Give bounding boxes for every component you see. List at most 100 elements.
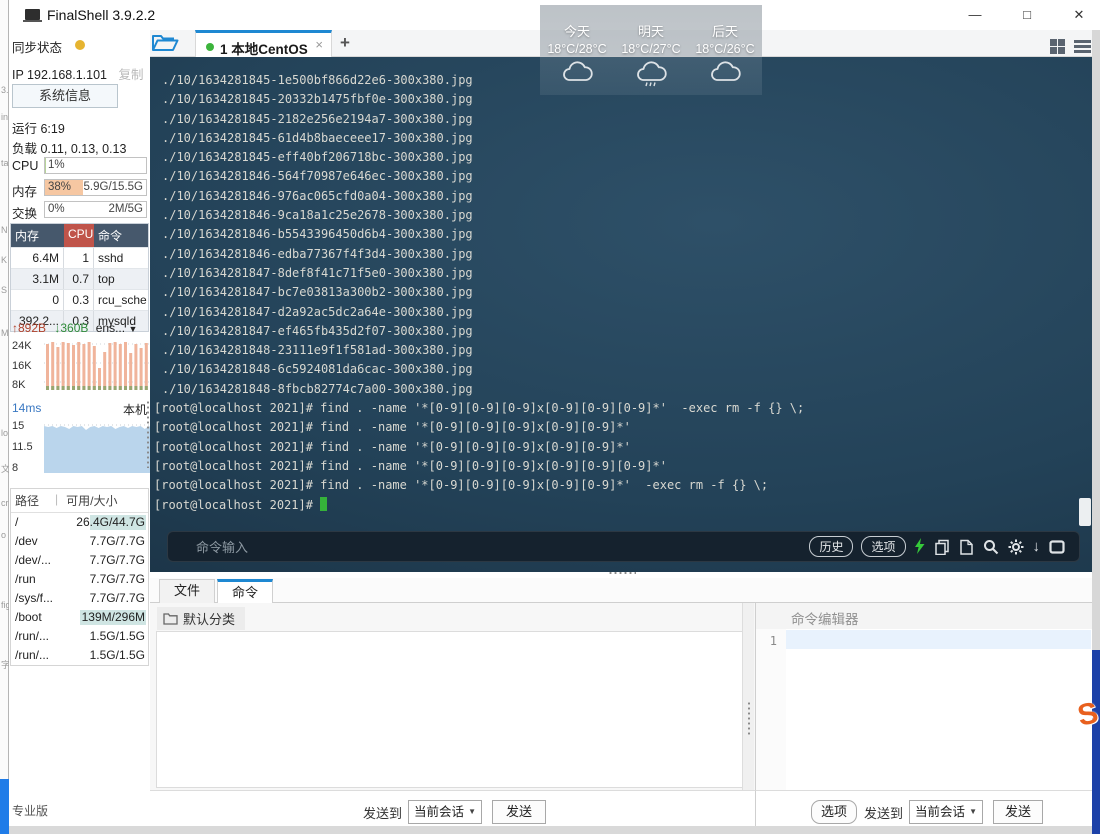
disk-row: /dev/...7.7G/7.7G (11, 551, 148, 570)
send-button[interactable]: 发送 (492, 800, 546, 824)
layout-grid-icon[interactable] (1050, 39, 1065, 54)
background-text-fragment: lo (1, 428, 8, 438)
net-tick-8k: 8K (12, 379, 25, 391)
left-action-bar: 发送到 当前会话 ▼ 发送 (150, 790, 755, 826)
disk-row: /boot139M/296M (11, 608, 148, 627)
tab-files[interactable]: 文件 (159, 579, 215, 604)
weather-day: 明天18°C/27°C (614, 5, 688, 95)
disk-row: /run/...1.5G/1.5G (11, 646, 148, 665)
background-text-fragment: cr (1, 498, 9, 508)
connection-manager-button[interactable] (150, 32, 192, 56)
session-select[interactable]: 当前会话 ▼ (408, 800, 482, 824)
category-default[interactable]: 默认分类 (157, 607, 245, 630)
chevron-down-icon: ▼ (468, 801, 476, 823)
close-button[interactable]: ✕ (1062, 4, 1096, 26)
command-input-bar[interactable]: 命令输入 历史 选项 (167, 531, 1080, 562)
terminal-line: ./10/1634281845-2182e256e2194a7-300x380.… (150, 110, 804, 129)
ping-tick-8: 8 (12, 462, 18, 474)
send-button[interactable]: 发送 (993, 800, 1043, 824)
session-select[interactable]: 当前会话 ▼ (909, 800, 983, 824)
terminal-command-line: [root@localhost 2021]# find . -name '*[0… (150, 457, 804, 476)
disk-row: /sys/f...7.7G/7.7G (11, 589, 148, 608)
right-action-bar: 选项 发送到 当前会话 ▼ 发送 (755, 790, 1092, 826)
terminal-line: ./10/1634281848-8fbcb82774c7a00-300x380.… (150, 380, 804, 399)
ping-host-label: 本机 (123, 401, 147, 418)
desktop-right-blue-block (1092, 650, 1100, 834)
terminal-command-line: [root@localhost 2021]# find . -name '*[0… (150, 438, 804, 457)
folder-icon (163, 612, 178, 625)
command-list-area[interactable] (156, 631, 742, 788)
swap-meter-percent: 0% (48, 203, 65, 215)
ping-latency: 14ms (12, 401, 41, 415)
app-icon (25, 9, 40, 20)
uptime-label: 运行 6:19 (12, 118, 65, 137)
send-to-label: 发送到 (864, 803, 903, 822)
terminal-scrollbar-thumb[interactable] (1079, 498, 1091, 526)
panel-resize-handle[interactable] (608, 571, 636, 575)
folder-open-icon (150, 32, 180, 54)
window-mode-icon[interactable] (1049, 540, 1065, 554)
terminal-line: ./10/1634281847-d2a92ac5dc2a64e-300x380.… (150, 303, 804, 322)
tab-commands[interactable]: 命令 (217, 579, 273, 605)
network-traffic-row[interactable]: ↑892B ↓360B ens... ▼ (12, 321, 137, 335)
sidebar-resize-handle[interactable] (146, 400, 150, 468)
terminal-cursor (320, 497, 327, 511)
download-rate: ↓360B (54, 321, 88, 335)
command-list-scrollbar[interactable] (742, 603, 754, 790)
cloud-icon (708, 59, 742, 88)
download-icon[interactable]: ↓ (1033, 538, 1041, 555)
system-info-button[interactable]: 系统信息 (12, 84, 118, 108)
paste-icon[interactable] (959, 539, 974, 555)
disk-row: /26.4G/44.7G (11, 513, 148, 532)
terminal[interactable]: ./10/1634281845-1e500bf866d22e6-300x380.… (150, 57, 1092, 572)
process-col-header[interactable]: 内存 (11, 224, 64, 247)
desktop-edge-left: 3.intaNKSMlo文crofig字 (0, 0, 9, 834)
finalshell-window: 3.intaNKSMlo文crofig字 FinalShell 3.9.2.2 … (0, 0, 1100, 834)
search-icon[interactable] (983, 539, 999, 555)
terminal-prompt-line: [root@localhost 2021]# (150, 496, 804, 515)
background-text-fragment: o (1, 530, 6, 540)
copy-icon[interactable] (934, 539, 950, 555)
swap-meter-label: 交换 (12, 203, 37, 222)
line-number: 1 (770, 634, 777, 648)
editor-text-area[interactable] (786, 629, 1092, 790)
gear-icon[interactable] (1008, 539, 1024, 555)
terminal-command-line: [root@localhost 2021]# find . -name '*[0… (150, 418, 804, 437)
menu-icon[interactable] (1074, 39, 1091, 54)
terminal-output: ./10/1634281845-1e500bf866d22e6-300x380.… (150, 71, 804, 515)
mem-meter-detail: 5.9G/15.5G (84, 181, 143, 193)
disk-table-header[interactable]: 路径|可用/大小 (11, 489, 148, 513)
chevron-down-icon[interactable]: ▼ (128, 324, 137, 334)
interface-label: ens... (96, 321, 125, 335)
background-text-fragment: 3. (1, 85, 9, 95)
add-tab-button[interactable]: + (340, 33, 350, 53)
cpu-meter-value: 1% (48, 159, 65, 171)
sync-status-label: 同步状态 (12, 37, 62, 56)
copy-ip-link[interactable]: 复制 (118, 68, 143, 82)
tab-local-centos[interactable]: 1 本地CentOS × (195, 30, 332, 58)
editor-header: 命令编辑器 (756, 603, 1092, 629)
background-text-fragment: N (1, 225, 8, 235)
options-button[interactable]: 选项 (861, 536, 905, 557)
command-editor-panel: 命令编辑器 1 (755, 603, 1092, 790)
cloud-icon (560, 59, 594, 88)
terminal-line: ./10/1634281846-976ac065cfd0a04-300x380.… (150, 187, 804, 206)
terminal-line: ./10/1634281846-564f70987e646ec-300x380.… (150, 167, 804, 186)
desktop-left-blue-block (0, 779, 9, 834)
command-input[interactable]: 命令输入 (196, 537, 809, 556)
network-chart (44, 336, 150, 395)
terminal-command-line: [root@localhost 2021]# find . -name '*[0… (150, 399, 804, 418)
tab-close-icon[interactable]: × (315, 37, 323, 52)
lightning-icon[interactable] (914, 538, 925, 555)
process-col-header[interactable]: 命令 (94, 224, 148, 247)
cpu-meter: 1% (44, 157, 147, 174)
history-button[interactable]: 历史 (809, 536, 853, 557)
minimize-button[interactable]: — (958, 4, 992, 26)
ping-tick-11-5: 11.5 (12, 441, 33, 453)
terminal-line: ./10/1634281846-b5543396450d6b4-300x380.… (150, 225, 804, 244)
process-col-header[interactable]: CPU (64, 224, 94, 247)
maximize-button[interactable]: □ (1010, 4, 1044, 26)
background-text-fragment: M (1, 328, 9, 338)
weather-day: 今天18°C/28°C (540, 5, 614, 95)
options-button[interactable]: 选项 (811, 800, 857, 824)
